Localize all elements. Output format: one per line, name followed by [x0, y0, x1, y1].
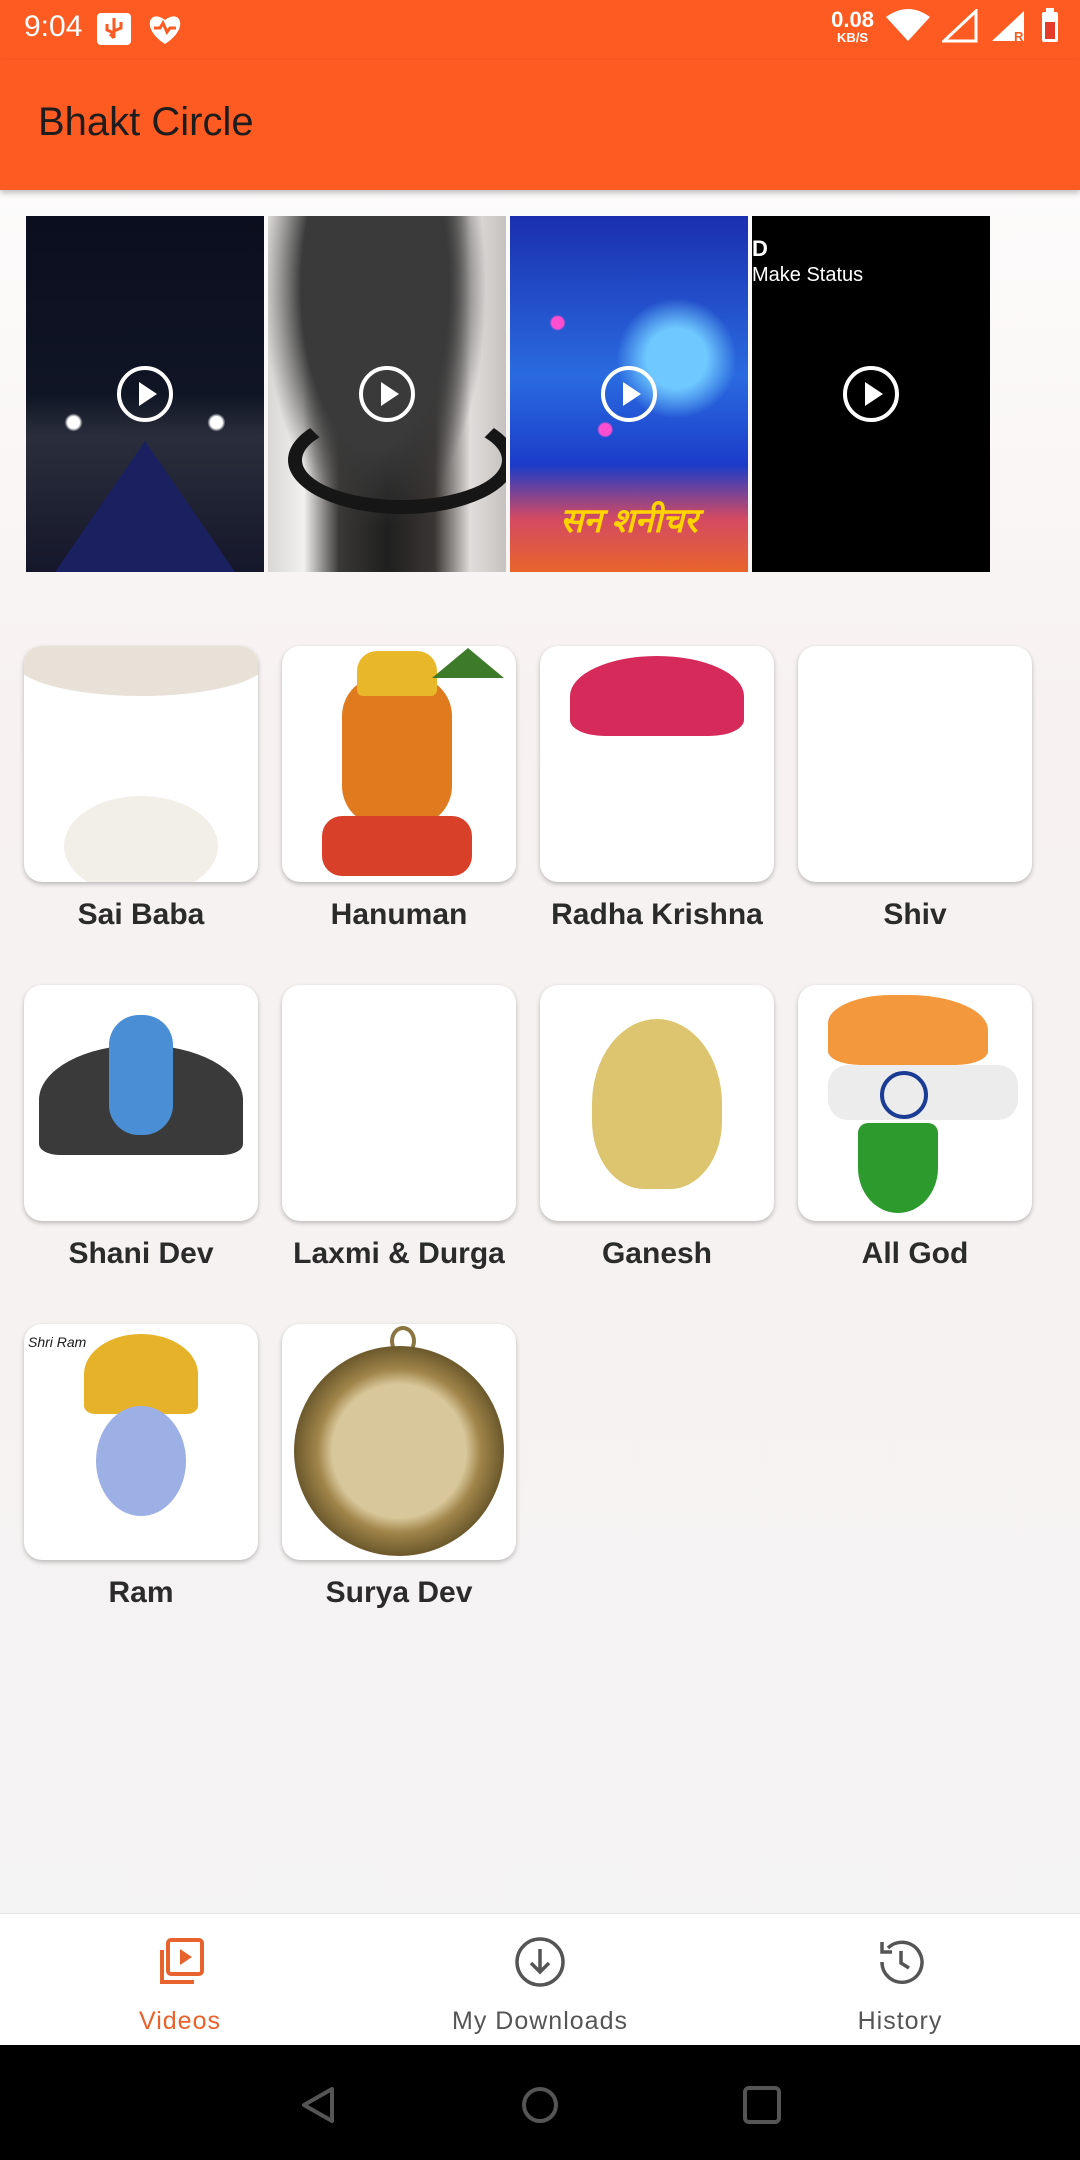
category-thumbnail[interactable]	[282, 985, 516, 1221]
wifi-icon	[886, 9, 930, 48]
category-label: Shani Dev	[68, 1237, 214, 1270]
thumbnail-text: Shri Ram	[28, 1334, 87, 1350]
heart-app-icon	[146, 12, 184, 51]
app-bar: Bhakt Circle	[0, 60, 1080, 190]
category-thumbnail[interactable]: Shri Ram	[24, 1324, 258, 1560]
category-thumbnail[interactable]	[24, 985, 258, 1221]
net-speed-value: 0.08	[831, 6, 874, 32]
category-shani-dev[interactable]: Shani Dev	[24, 985, 258, 1271]
category-laxmi-durga[interactable]: Laxmi & Durga	[282, 985, 516, 1271]
category-surya-dev[interactable]: Surya Dev	[282, 1324, 516, 1610]
video-card[interactable]	[26, 216, 264, 572]
video-card[interactable]: D Make Status	[752, 216, 990, 572]
nav-label: Videos	[139, 2007, 221, 2035]
play-icon[interactable]	[357, 364, 417, 424]
video-thumbnail-scene	[55, 441, 235, 572]
category-label: Radha Krishna	[551, 898, 763, 931]
category-label: Ram	[108, 1576, 174, 1609]
category-hanuman[interactable]: Hanuman	[282, 646, 516, 932]
video-caption: सन शनीचर	[560, 502, 698, 540]
signal-roaming-icon: R	[990, 9, 1028, 48]
bottom-navigation: Videos My Downloads History	[0, 1913, 1080, 2046]
category-shiv[interactable]: Shiv	[798, 646, 1032, 932]
category-radha-krishna[interactable]: Radha Krishna	[540, 646, 774, 932]
video-card[interactable]	[268, 216, 506, 572]
video-carousel[interactable]: सन शनीचर D Make Status	[26, 216, 1080, 572]
battery-icon	[1040, 8, 1060, 49]
video-library-icon	[160, 1938, 204, 1984]
system-navigation-bar	[0, 2045, 1080, 2160]
category-thumbnail[interactable]	[282, 1324, 516, 1560]
category-label: Ganesh	[601, 1237, 713, 1270]
category-all-god[interactable]: All God	[798, 985, 1032, 1271]
back-icon[interactable]	[296, 2083, 340, 2127]
category-label: All God	[861, 1237, 969, 1270]
category-thumbnail[interactable]	[282, 646, 516, 882]
category-thumbnail[interactable]	[540, 985, 774, 1221]
category-sai-baba[interactable]: Sai Baba	[24, 646, 258, 932]
status-bar: 9:04 0.08 KB/S R	[0, 0, 1080, 60]
video-caption: Make Status	[752, 264, 864, 286]
history-icon	[880, 1940, 924, 1984]
video-corner-text: D	[752, 236, 768, 261]
home-icon[interactable]	[518, 2083, 562, 2127]
nav-my-downloads[interactable]: My Downloads	[390, 1936, 690, 2036]
net-speed-unit: KB/S	[837, 29, 869, 45]
app-title: Bhakt Circle	[38, 100, 254, 144]
nav-history[interactable]: History	[750, 1936, 1050, 2036]
play-icon[interactable]	[599, 364, 659, 424]
play-icon[interactable]	[115, 364, 175, 424]
category-label: Surya Dev	[325, 1576, 473, 1609]
signal-icon	[940, 7, 978, 48]
category-ganesh[interactable]: Ganesh	[540, 985, 774, 1271]
category-thumbnail[interactable]	[24, 646, 258, 882]
category-label: Hanuman	[330, 898, 468, 931]
category-thumbnail[interactable]	[798, 646, 1032, 882]
play-icon[interactable]	[841, 364, 901, 424]
usb-icon	[96, 12, 132, 51]
nav-label: History	[857, 2007, 943, 2035]
category-label: Shiv	[883, 898, 947, 931]
video-card[interactable]: सन शनीचर	[510, 216, 748, 572]
net-speed: 0.08 KB/S	[831, 8, 874, 47]
nav-videos[interactable]: Videos	[30, 1936, 330, 2036]
category-label: Laxmi & Durga	[293, 1237, 505, 1270]
category-label: Sai Baba	[77, 898, 205, 931]
category-ram[interactable]: Shri Ram Ram	[24, 1324, 258, 1610]
nav-label: My Downloads	[452, 2007, 628, 2035]
status-time: 9:04	[24, 10, 83, 43]
recents-icon[interactable]	[740, 2083, 784, 2127]
category-thumbnail[interactable]	[798, 985, 1032, 1221]
svg-text:R: R	[1014, 29, 1024, 43]
category-thumbnail[interactable]	[540, 646, 774, 882]
download-icon	[515, 1937, 565, 1987]
